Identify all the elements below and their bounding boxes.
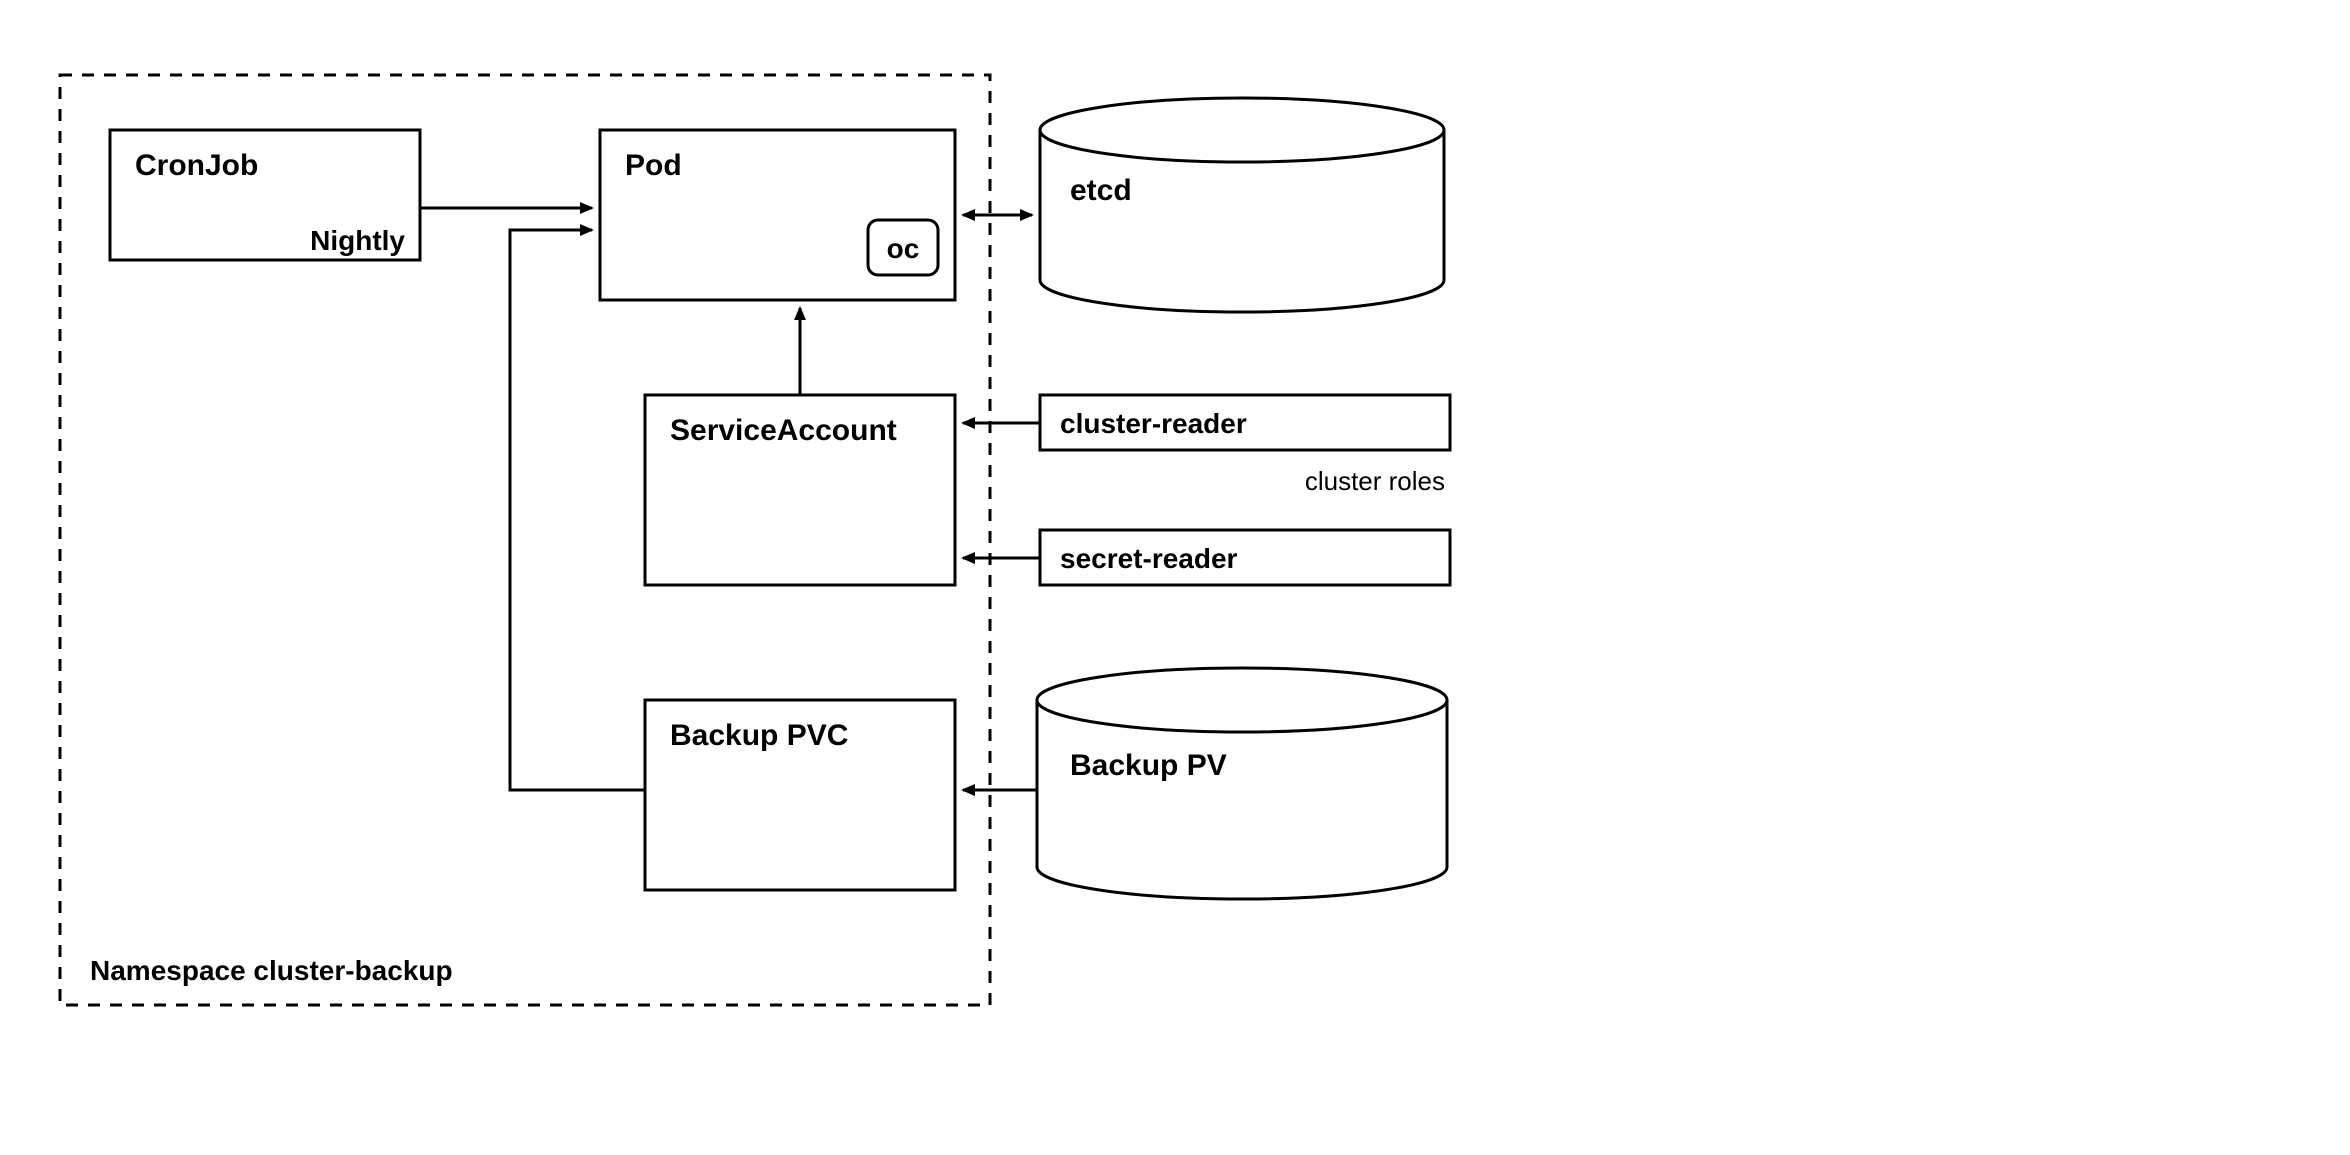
- backuppvc-box: Backup PVC: [645, 700, 955, 890]
- serviceaccount-title: ServiceAccount: [670, 414, 897, 447]
- backuppvc-title: Backup PVC: [670, 719, 848, 752]
- arrow-backuppvc-to-pod: [510, 230, 645, 790]
- backuppv-title: Backup PV: [1070, 749, 1227, 782]
- namespace-label: Namespace cluster-backup: [90, 955, 453, 986]
- pod-tool: oc: [887, 233, 920, 264]
- cluster-reader-label: cluster-reader: [1060, 408, 1247, 439]
- backuppv-cylinder: Backup PV: [1037, 668, 1447, 899]
- cluster-roles-group-label: cluster roles: [1305, 466, 1445, 496]
- cronjob-schedule: Nightly: [310, 225, 405, 256]
- pod-title: Pod: [625, 149, 682, 182]
- pod-box: Pod oc: [600, 130, 955, 300]
- secret-reader-box: secret-reader: [1040, 530, 1450, 585]
- serviceaccount-box: ServiceAccount: [645, 395, 955, 585]
- etcd-title: etcd: [1070, 174, 1132, 207]
- etcd-cylinder: etcd: [1040, 98, 1444, 312]
- cronjob-title: CronJob: [135, 149, 258, 182]
- cronjob-box: CronJob Nightly: [110, 130, 420, 260]
- cluster-reader-box: cluster-reader: [1040, 395, 1450, 450]
- secret-reader-label: secret-reader: [1060, 543, 1238, 574]
